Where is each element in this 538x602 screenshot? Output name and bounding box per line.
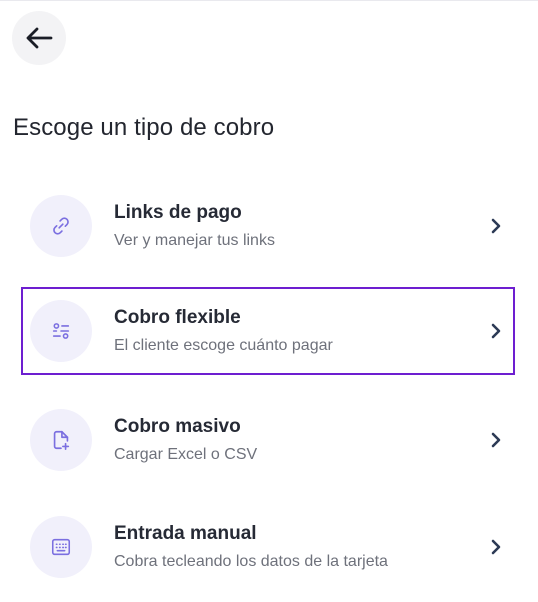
file-add-icon [53, 430, 70, 450]
option-subtitle: Cobra tecleando los datos de la tarjeta [114, 552, 388, 570]
option-title: Links de pago [114, 201, 242, 223]
back-button[interactable] [12, 11, 66, 65]
option-icon-wrapper [30, 516, 92, 578]
chevron-right-icon [489, 217, 503, 235]
arrow-left-icon [26, 27, 53, 49]
option-icon-wrapper [30, 409, 92, 471]
sliders-icon [52, 323, 70, 339]
option-subtitle: El cliente escoge cuánto pagar [114, 336, 333, 354]
chevron-right-icon [489, 431, 503, 449]
option-cobro-flexible[interactable]: Cobro flexible El cliente escoge cuánto … [21, 287, 515, 375]
page-title: Escoge un tipo de cobro [13, 114, 275, 141]
chevron-right-icon [489, 322, 503, 340]
option-subtitle: Cargar Excel o CSV [114, 445, 258, 463]
keyboard-icon [51, 538, 71, 556]
option-title: Entrada manual [114, 522, 257, 544]
option-entrada-manual[interactable]: Entrada manual Cobra tecleando los datos… [21, 503, 515, 591]
option-title: Cobro masivo [114, 415, 241, 437]
option-links-de-pago[interactable]: Links de pago Ver y manejar tus links [21, 182, 515, 270]
option-title: Cobro flexible [114, 306, 241, 328]
top-divider [0, 0, 538, 1]
option-subtitle: Ver y manejar tus links [114, 231, 275, 249]
option-cobro-masivo[interactable]: Cobro masivo Cargar Excel o CSV [21, 396, 515, 484]
option-icon-wrapper [30, 195, 92, 257]
chevron-right-icon [489, 538, 503, 556]
option-icon-wrapper [30, 300, 92, 362]
link-icon [53, 217, 69, 235]
